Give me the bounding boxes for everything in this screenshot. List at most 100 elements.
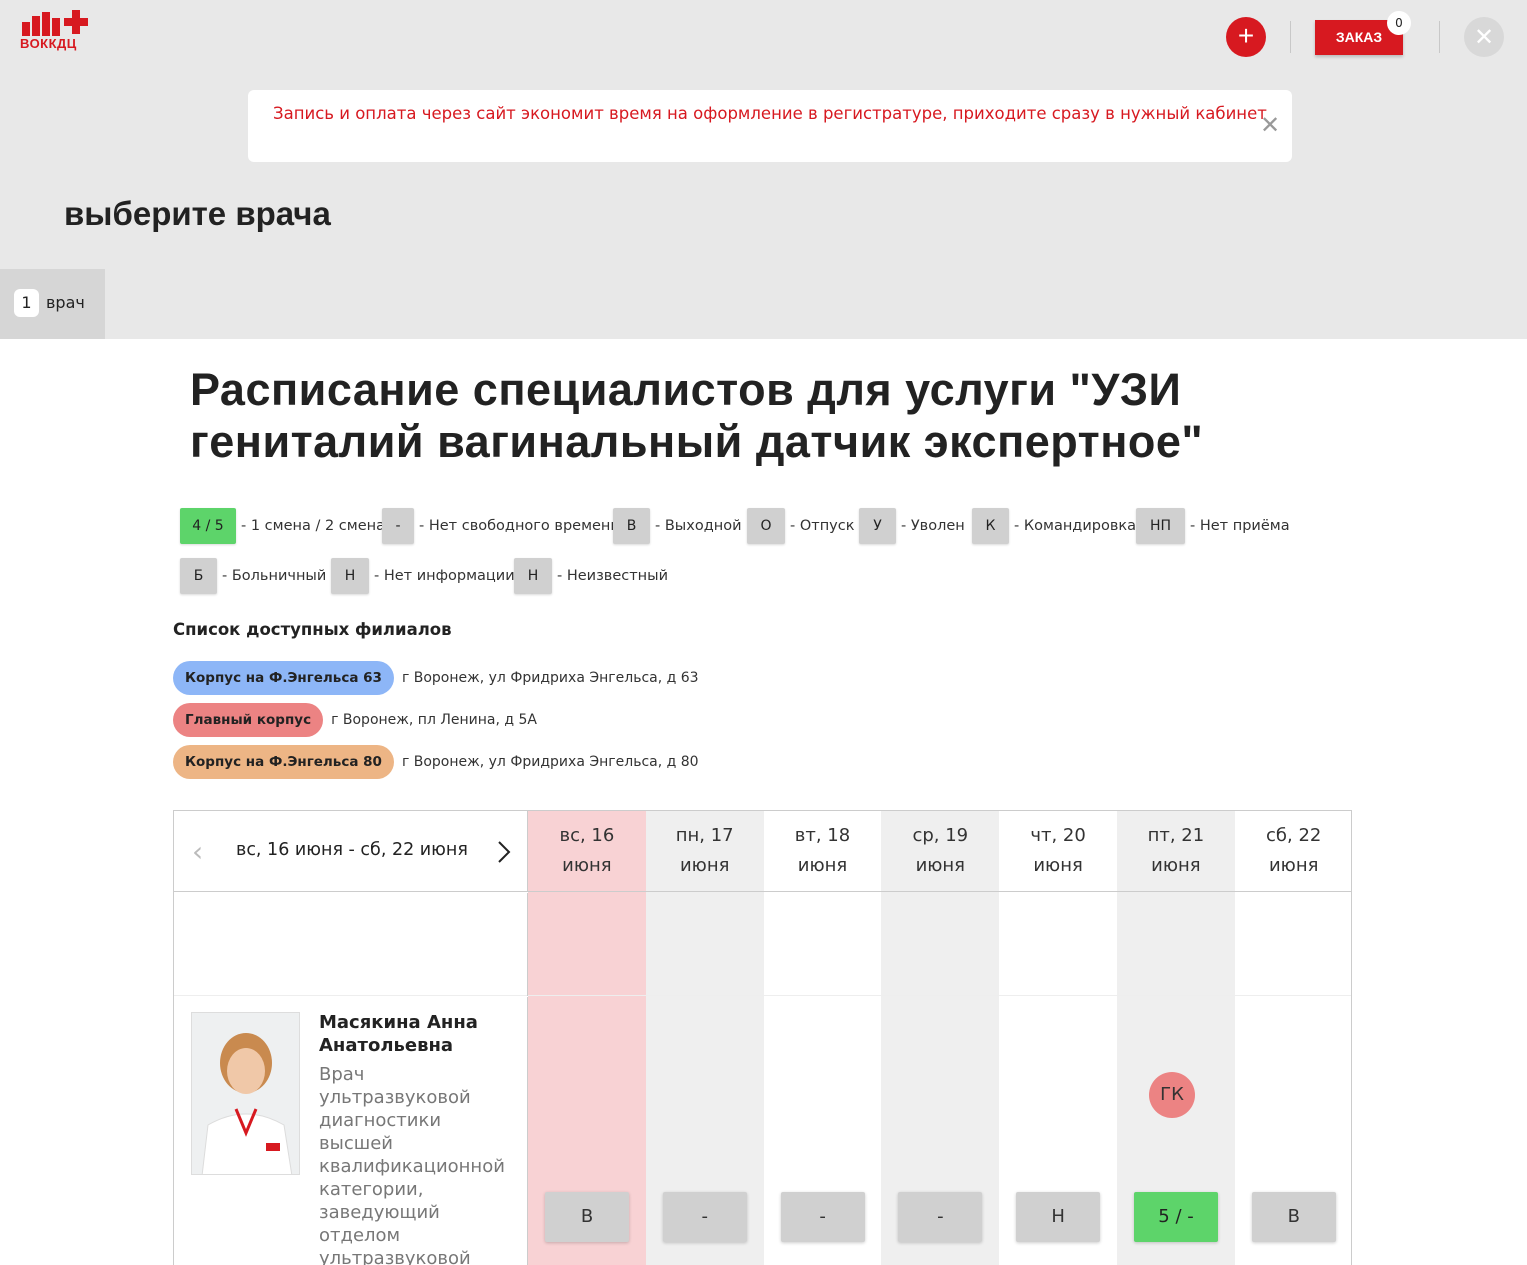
empty-cell <box>174 893 528 996</box>
branch-item: Корпус на Ф.Энгельса 63 г Воронеж, ул Фр… <box>173 661 699 695</box>
legend-item: НП - Нет приёма <box>1136 508 1290 544</box>
day-month: июня <box>1033 855 1083 876</box>
legend-label: - Неизвестный <box>557 568 669 584</box>
day-month: июня <box>562 855 612 876</box>
info-notice: Запись и оплата через сайт экономит врем… <box>248 90 1292 162</box>
day-cell: - <box>764 997 882 1265</box>
notice-text: Запись и оплата через сайт экономит врем… <box>273 104 1267 123</box>
schedule-calendar: ‹ вс, 16 июня - сб, 22 июня вс, 16 июня пн… <box>173 810 1352 1265</box>
legend-item: - - Нет свободного времени <box>382 508 620 544</box>
day-cell: - <box>646 997 764 1265</box>
legend-code: К <box>972 508 1009 544</box>
legend-code: В <box>613 508 650 544</box>
step-number: 1 <box>14 289 39 317</box>
legend-item: О - Отпуск <box>747 508 855 544</box>
branch-marker[interactable]: ГК <box>1149 1072 1195 1118</box>
legend-code: 4 / 5 <box>180 508 236 544</box>
day-header: вт, 18 июня <box>764 811 882 892</box>
legend-item: 4 / 5 - 1 смена / 2 смена <box>180 508 385 544</box>
legend-label: - Отпуск <box>790 518 855 534</box>
divider <box>1290 21 1291 53</box>
order-count-badge: 0 <box>1387 11 1411 35</box>
legend-label: - Выходной <box>655 518 742 534</box>
schedule-cell-button[interactable]: В <box>545 1192 629 1242</box>
divider <box>1439 21 1440 53</box>
legend-code: У <box>859 508 896 544</box>
legend-code: НП <box>1136 508 1185 544</box>
notice-close-icon[interactable]: ✕ <box>1260 112 1280 140</box>
legend-code: О <box>747 508 785 544</box>
branch-pill[interactable]: Корпус на Ф.Энгельса 80 <box>173 745 394 779</box>
schedule-cell-button[interactable]: Н <box>1016 1192 1101 1242</box>
schedule-cell-button[interactable]: 5 / - <box>1134 1192 1218 1242</box>
day-cell: В <box>528 997 646 1265</box>
day-header: вс, 16 июня <box>528 811 646 892</box>
legend-label: - Нет информации <box>374 568 515 584</box>
day-cell: Н <box>999 997 1117 1265</box>
legend-item: Б - Больничный <box>180 558 326 594</box>
day-month: июня <box>679 855 730 876</box>
day-month: июня <box>797 855 848 876</box>
schedule-title: Расписание специалистов для услуги "УЗИ … <box>190 364 1204 467</box>
legend-label: - Командировка <box>1014 518 1137 534</box>
doctor-row: Масякина Анна Анатольевна Врач ультразву… <box>174 997 1351 1265</box>
chevron-left-icon[interactable]: ‹ <box>192 835 203 868</box>
legend-label: - Нет приёма <box>1190 518 1290 534</box>
schedule-cell-button[interactable]: В <box>1251 1192 1336 1242</box>
day-weekday: пт, 21 <box>1147 825 1205 846</box>
week-navigator: ‹ вс, 16 июня - сб, 22 июня <box>174 811 528 892</box>
calendar-empty-row <box>174 893 1351 996</box>
day-weekday: вс, 16 <box>559 825 615 846</box>
top-panel: ВОККДЦ + ЗАКАЗ 0 ✕ Запись и оплата через… <box>0 0 1527 339</box>
schedule-cell-button[interactable]: - <box>898 1192 983 1242</box>
week-range-label: вс, 16 июня - сб, 22 июня <box>236 840 468 860</box>
legend-label: - Нет свободного времени <box>419 518 620 534</box>
day-weekday: ср, 19 <box>912 825 969 846</box>
close-button[interactable]: ✕ <box>1464 17 1504 57</box>
day-cell: - <box>881 997 999 1265</box>
logo-text: ВОККДЦ <box>20 36 77 51</box>
day-cell: 5 / - ГК <box>1117 997 1235 1265</box>
branch-pill[interactable]: Корпус на Ф.Энгельса 63 <box>173 661 394 695</box>
legend-item: Н - Неизвестный <box>514 558 668 594</box>
day-month: июня <box>915 855 966 876</box>
doctor-avatar-icon <box>192 1013 299 1174</box>
branch-item: Корпус на Ф.Энгельса 80 г Воронеж, ул Фр… <box>173 745 699 779</box>
day-month: июня <box>1151 855 1201 876</box>
legend-item: Н - Нет информации <box>331 558 515 594</box>
day-weekday: чт, 20 <box>1030 825 1086 846</box>
day-header: сб, 22 июня <box>1235 811 1351 892</box>
schedule-cell-button[interactable]: - <box>662 1192 747 1242</box>
legend-item: У - Уволен <box>859 508 965 544</box>
step-label: врач <box>46 293 85 312</box>
legend-item: К - Командировка <box>972 508 1136 544</box>
legend-label: - Больничный <box>222 568 327 584</box>
doctor-photo[interactable] <box>191 1012 300 1175</box>
day-header: пт, 21 июня <box>1117 811 1235 892</box>
legend-item: В - Выходной <box>613 508 742 544</box>
legend-code: Б <box>180 558 217 594</box>
legend-code: Н <box>514 558 552 594</box>
plus-icon: + <box>1237 20 1255 51</box>
branches-title: Список доступных филиалов <box>173 620 452 639</box>
branch-address: г Воронеж, пл Ленина, д 5А <box>331 712 537 728</box>
day-header: пн, 17 июня <box>646 811 764 892</box>
chevron-right-icon[interactable] <box>496 839 512 865</box>
step-tab-doctor[interactable]: 1 врач <box>0 269 105 339</box>
legend-label: - Уволен <box>901 518 965 534</box>
day-header: чт, 20 июня <box>999 811 1117 892</box>
doctor-name[interactable]: Масякина Анна Анатольевна <box>319 1011 519 1057</box>
day-header: ср, 19 июня <box>881 811 999 892</box>
step-heading: выберите врача <box>64 195 331 232</box>
branch-item: Главный корпус г Воронеж, пл Ленина, д 5… <box>173 703 537 737</box>
day-weekday: сб, 22 <box>1266 825 1322 846</box>
day-month: июня <box>1268 855 1319 876</box>
add-button[interactable]: + <box>1226 17 1266 57</box>
legend-label: - 1 смена / 2 смена <box>241 518 386 534</box>
close-icon: ✕ <box>1473 23 1495 51</box>
branch-pill[interactable]: Главный корпус <box>173 703 324 737</box>
branch-address: г Воронеж, ул Фридриха Энгельса, д 80 <box>401 754 699 770</box>
day-weekday: вт, 18 <box>794 825 851 846</box>
day-weekday: пн, 17 <box>675 825 734 846</box>
schedule-cell-button[interactable]: - <box>780 1192 865 1242</box>
